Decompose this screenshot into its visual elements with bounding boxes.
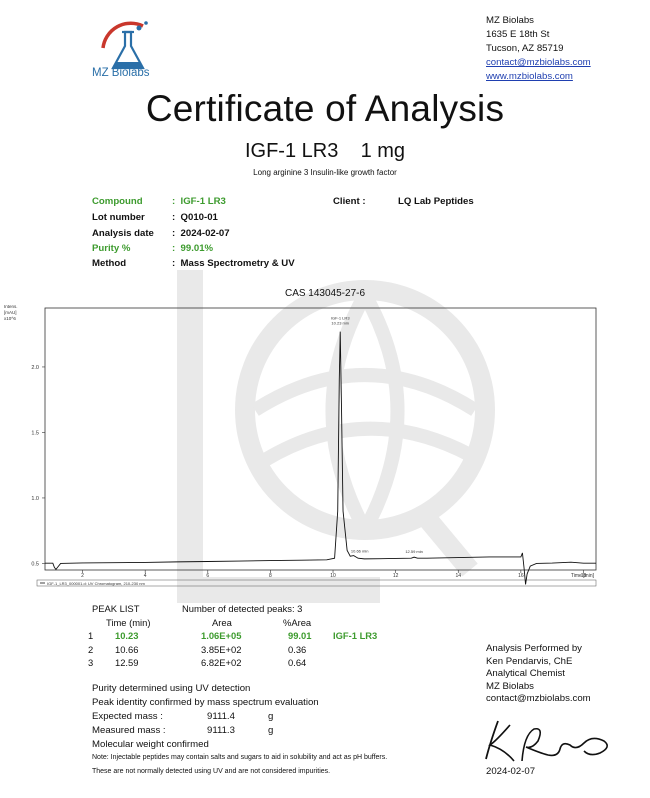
x-tick-label: 12 — [393, 573, 399, 579]
info-label: Analysis date — [92, 228, 154, 239]
measured-mass-label: Measured mass : — [92, 725, 166, 736]
signature-image — [485, 720, 608, 762]
plot-frame — [44, 307, 597, 571]
analyst-line: Analysis Performed by — [486, 643, 582, 654]
peak-label-3: 12.59 min — [405, 549, 423, 554]
address-line-2: Tucson, AZ 85719 — [486, 43, 564, 54]
company-website-link[interactable]: www.mzbiolabs.com — [486, 71, 573, 82]
peak-list-title: PEAK LIST — [92, 603, 140, 614]
chromatogram-chart: 2.0 1.5 1.0 0.5 Intens.[mAU]x10^6 2 4 6 8 10 12 14 1… — [4, 304, 597, 587]
row-pct: 0.36 — [288, 644, 307, 655]
identity-note: Peak identity confirmed by mass spectrum… — [92, 697, 319, 708]
info-row-compound: Compound: IGF-1 LR3 — [92, 196, 226, 207]
row-time: 12.59 — [115, 657, 139, 668]
info-row-date: Analysis date: 2024-02-07 — [92, 228, 230, 239]
info-row-purity: Purity %: 99.01% — [92, 243, 214, 254]
info-value: Mass Spectrometry & UV — [180, 258, 295, 269]
x-tick-label: 2 — [81, 573, 84, 579]
y-tick-label: 1.0 — [31, 496, 39, 502]
footnote-1: Note: Injectable peptides may contain sa… — [92, 754, 388, 761]
row-area: 1.06E+05 — [201, 630, 242, 641]
info-label: Purity % — [92, 243, 131, 254]
x-axis-label: Time [min] — [571, 573, 595, 579]
measured-mass-value: 9111.3 — [207, 725, 235, 736]
row-number: 3 — [88, 657, 94, 668]
info-row-lot: Lot number: Q010-01 — [92, 212, 218, 223]
x-tick-label: 16 — [518, 573, 524, 579]
x-tick-label: 4 — [144, 573, 147, 579]
info-label: Method — [92, 258, 127, 269]
client-label: Client : — [333, 196, 366, 207]
x-tick-label: 8 — [269, 573, 272, 579]
header-pct: %Area — [283, 617, 312, 628]
weight-confirmed: Molecular weight confirmed — [92, 739, 209, 750]
product-amount: 1 mg — [360, 140, 406, 162]
company-email-link[interactable]: contact@mzbiolabs.com — [486, 57, 591, 68]
x-tick-label: 14 — [455, 573, 461, 579]
info-label: Compound — [92, 196, 143, 207]
info-label: Lot number — [92, 212, 145, 223]
x-tick-label: 6 — [206, 573, 209, 579]
row-pct: 99.01 — [288, 630, 312, 641]
expected-mass-unit: g — [268, 711, 274, 722]
product-subtitle: Long arginine 3 Insulin-like growth fact… — [253, 168, 397, 177]
company-address: MZ Biolabs 1635 E 18th St Tucson, AZ 857… — [486, 14, 591, 84]
purity-note: Purity determined using UV detection — [92, 683, 251, 694]
analyst-name: Ken Pendarvis, ChE — [486, 655, 573, 667]
y-axis-label: Intens. — [4, 304, 18, 309]
peak-label-main-time: 10.23 min — [331, 321, 349, 326]
header-area: Area — [212, 617, 232, 628]
y-axis-label: [mAU] — [4, 310, 17, 315]
analyst-email: contact@mzbiolabs.com — [486, 693, 591, 704]
info-value: IGF-1 LR3 — [180, 196, 226, 207]
analyst-company: MZ Biolabs — [486, 680, 534, 692]
row-number: 1 — [88, 630, 94, 641]
expected-mass-value: 9111.4 — [207, 711, 235, 722]
row-number: 2 — [88, 644, 94, 655]
x-tick-label: 10 — [330, 573, 336, 579]
y-tick-label: 0.5 — [31, 561, 39, 567]
signature-date: 2024-02-07 — [486, 766, 536, 777]
measured-mass-unit: g — [268, 725, 274, 736]
chromatogram-trace — [45, 331, 596, 585]
info-value: Q010-01 — [180, 212, 218, 223]
analyst-block: Analysis Performed by Ken Pendarvis, ChE… — [486, 643, 591, 706]
peak-count: Number of detected peaks: 3 — [182, 603, 303, 614]
row-time: 10.23 — [115, 630, 139, 641]
product-heading: IGF-1 LR3 1 mg — [0, 140, 650, 163]
y-tick-label: 1.5 — [31, 430, 39, 436]
client-value: LQ Lab Peptides — [398, 196, 474, 207]
page-title: Certificate of Analysis — [145, 88, 505, 129]
row-pct: 0.64 — [288, 657, 307, 668]
info-row-method: Method: Mass Spectrometry & UV — [92, 258, 295, 269]
y-tick-label: 2.0 — [31, 365, 39, 371]
peak-label-2: 10.66 min — [351, 548, 369, 553]
logo-text: MZ Biolabs — [92, 67, 150, 79]
footnote-2: These are not normally detected using UV… — [92, 768, 331, 775]
company-name: MZ Biolabs — [486, 15, 534, 26]
y-axis-label: x10^6 — [4, 316, 16, 321]
row-name: IGF-1 LR3 — [333, 630, 378, 641]
legend-entry: IGF-1_LR3_000001.d: UV Chromatogram, 210… — [47, 581, 145, 586]
expected-mass-label: Expected mass : — [92, 711, 163, 722]
info-value: 2024-02-07 — [180, 228, 230, 239]
row-area: 6.82E+02 — [201, 657, 242, 668]
analyst-title: Analytical Chemist — [486, 668, 565, 679]
address-line-1: 1635 E 18th St — [486, 29, 550, 40]
row-area: 3.85E+02 — [201, 644, 242, 655]
product-name: IGF-1 LR3 — [244, 140, 339, 162]
header-time: Time (min) — [106, 617, 151, 628]
info-value: 99.01% — [180, 243, 214, 254]
row-time: 10.66 — [115, 644, 139, 655]
